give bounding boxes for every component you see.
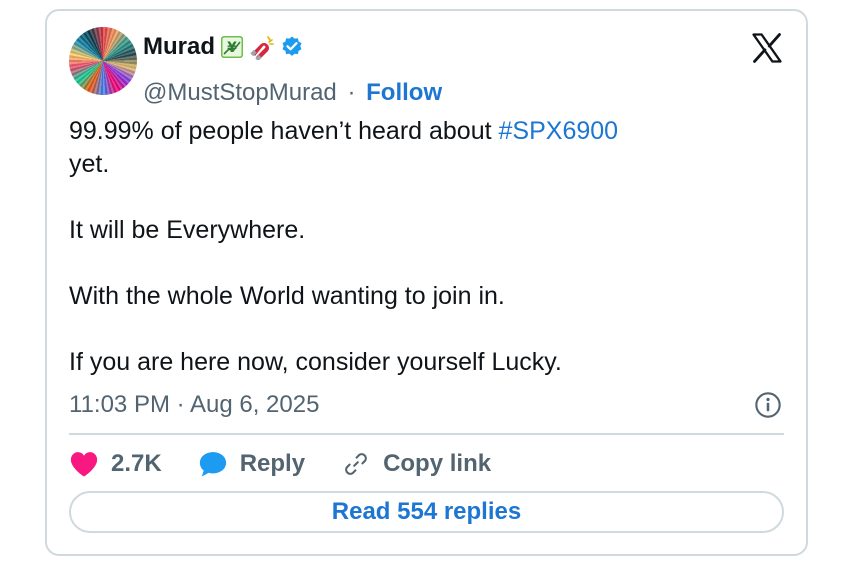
copy-link-label: Copy link bbox=[383, 450, 492, 477]
tweet-paragraph-1: 99.99% of people haven’t heard about #SP… bbox=[69, 115, 769, 181]
avatar[interactable] bbox=[69, 27, 137, 95]
tweet-paragraph-4: If you are here now, consider yourself L… bbox=[69, 348, 562, 376]
link-icon bbox=[345, 453, 367, 475]
verified-badge-icon bbox=[279, 34, 305, 60]
like-count: 2.7K bbox=[111, 450, 162, 477]
tweet-header: Murad ¥ @MustStopMurad · Follow bbox=[69, 27, 786, 106]
speech-bubble-icon bbox=[199, 452, 226, 477]
x-logo-icon[interactable] bbox=[750, 31, 784, 65]
tweet-line1-suffix: yet. bbox=[69, 150, 110, 178]
info-icon[interactable] bbox=[754, 391, 782, 419]
tweet-meta: 11:03 PM · Aug 6, 2025 bbox=[69, 391, 782, 421]
author-handle[interactable]: @MustStopMurad bbox=[143, 79, 337, 106]
follow-button[interactable]: Follow bbox=[366, 79, 442, 106]
tweet-line1-prefix: 99.99% of people haven’t heard about bbox=[69, 117, 499, 145]
tweet-date: Aug 6, 2025 bbox=[189, 391, 320, 418]
tweet-paragraph-2: It will be Everywhere. bbox=[69, 216, 306, 244]
tweet-time: 11:03 PM bbox=[69, 391, 170, 418]
author-name[interactable]: Murad bbox=[143, 33, 215, 61]
copy-link-button[interactable]: Copy link bbox=[341, 450, 491, 478]
reply-button[interactable]: Reply bbox=[198, 450, 305, 478]
tweet-paragraph-3: With the whole World wanting to join in. bbox=[69, 282, 505, 310]
read-replies-button[interactable]: Read 554 replies bbox=[69, 491, 784, 533]
meta-separator: · bbox=[176, 391, 185, 418]
reply-label: Reply bbox=[239, 450, 306, 477]
chart-emoji-icon: ¥ bbox=[219, 34, 245, 60]
hashtag-link[interactable]: #SPX6900 bbox=[499, 117, 619, 145]
author-handle-row: @MustStopMurad · Follow bbox=[143, 79, 442, 107]
handle-separator: · bbox=[347, 79, 356, 106]
divider bbox=[69, 433, 784, 435]
magnet-emoji-icon bbox=[249, 34, 275, 60]
tweet-text: 99.99% of people haven’t heard about #SP… bbox=[69, 115, 769, 379]
action-bar: 2.7K Reply Copy link bbox=[69, 447, 491, 481]
like-button[interactable]: 2.7K bbox=[69, 450, 162, 478]
tweet-timestamp[interactable]: 11:03 PM · Aug 6, 2025 bbox=[69, 391, 319, 419]
author-name-row: Murad ¥ bbox=[143, 33, 305, 61]
tweet-card: Murad ¥ @MustStopMurad · Follow 99.99% o… bbox=[45, 9, 808, 556]
heart-icon bbox=[70, 452, 98, 477]
